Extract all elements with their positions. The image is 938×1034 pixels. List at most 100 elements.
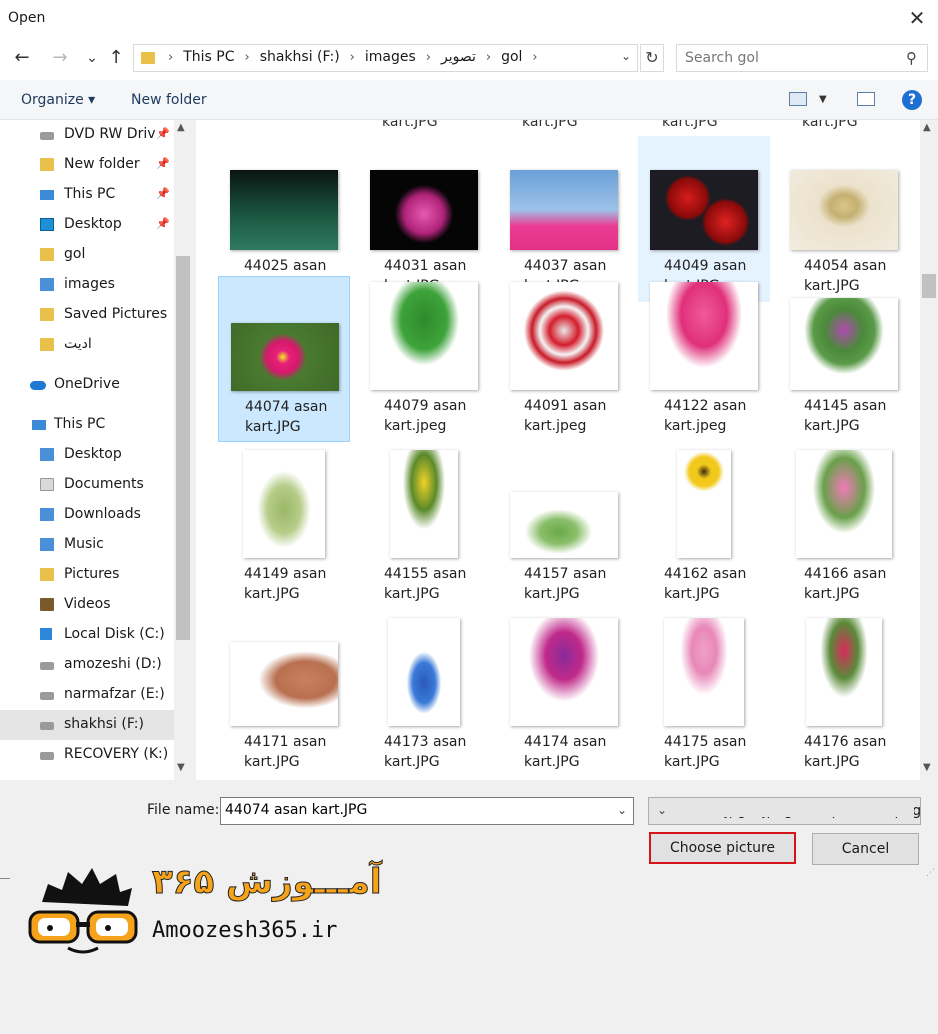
- file-tile[interactable]: 44175 asan kart.JPG: [638, 612, 770, 778]
- thumbnail-sunflower-vase: [677, 450, 731, 558]
- drive-icon: [40, 662, 54, 670]
- address-bar[interactable]: › This PC › shakhsi (F:) › images › تصویر › gol › …: [133, 44, 638, 72]
- sidebar-item-narmafzar-e[interactable]: narmafzar (E:): [0, 680, 174, 710]
- thumbnail-pink-cosmos: [231, 323, 339, 391]
- sidebar-item-images[interactable]: images: [0, 270, 174, 300]
- search-input[interactable]: [685, 49, 895, 67]
- file-tile[interactable]: 44174 asan kart.JPG: [498, 612, 630, 778]
- close-icon[interactable]: ✕: [906, 6, 928, 30]
- help-icon[interactable]: ?: [902, 90, 922, 110]
- sidebar-item-this-pc[interactable]: This PC: [0, 410, 174, 440]
- search-icon[interactable]: ⚲: [906, 49, 917, 67]
- file-tile[interactable]: 44173 asan kart.JPG: [358, 612, 490, 778]
- sidebar-item-amozeshi-d[interactable]: amozeshi (D:): [0, 650, 174, 680]
- forward-arrow-icon[interactable]: →: [50, 48, 70, 68]
- file-tile[interactable]: 44166 asan kart.JPG: [778, 444, 910, 610]
- file-tile[interactable]: 44155 asan kart.JPG: [358, 444, 490, 610]
- cancel-button[interactable]: Cancel: [812, 833, 919, 865]
- scrollbar-thumb[interactable]: [176, 256, 190, 640]
- folder-icon: [40, 248, 54, 261]
- sidebar-item-gol[interactable]: gol: [0, 240, 174, 270]
- up-arrow-icon[interactable]: ↑: [106, 48, 126, 68]
- file-tile[interactable]: 44157 asan kart.JPG: [498, 444, 630, 610]
- change-view-icon[interactable]: [789, 92, 807, 106]
- file-list-scrollbar[interactable]: ▲ ▼: [920, 120, 938, 780]
- chevron-down-icon[interactable]: ⌄: [621, 49, 631, 63]
- file-name-input[interactable]: [225, 802, 605, 818]
- file-name: 44074 asan kart.JPG: [245, 399, 328, 435]
- breadcrumb-item[interactable]: gol: [501, 49, 522, 65]
- sidebar-item-dvd-drive[interactable]: DVD RW Driv 📌: [0, 120, 174, 150]
- file-tile[interactable]: 44122 asan kart.jpeg: [638, 276, 770, 442]
- breadcrumb-item[interactable]: shakhsi (F:): [260, 49, 340, 65]
- file-name: 44079 asan kart.jpeg: [384, 398, 467, 434]
- scroll-down-icon[interactable]: ▼: [923, 762, 931, 773]
- back-arrow-icon[interactable]: ←: [12, 48, 32, 68]
- sidebar-item-pictures[interactable]: Pictures: [0, 560, 174, 590]
- sidebar-item-shakhsi-f[interactable]: shakhsi (F:): [0, 710, 174, 740]
- drive-icon: [40, 752, 54, 760]
- sidebar-scrollbar[interactable]: ▲ ▼: [174, 120, 192, 780]
- refresh-icon[interactable]: ↻: [640, 44, 664, 72]
- pin-icon[interactable]: 📌: [156, 127, 170, 140]
- file-tile[interactable]: 44145 asan kart.JPG: [778, 276, 910, 442]
- this-pc-icon: [32, 420, 46, 430]
- file-tile-selected[interactable]: 44074 asan kart.JPG: [218, 276, 350, 442]
- file-tile[interactable]: 44171 asan kart.JPG: [218, 612, 350, 778]
- chevron-down-icon[interactable]: ⌄: [617, 803, 627, 817]
- scrollbar-thumb[interactable]: [922, 274, 936, 298]
- breadcrumb-item[interactable]: images: [365, 49, 416, 65]
- recent-locations-chevron-icon[interactable]: ⌄: [82, 48, 102, 68]
- folder-icon: [40, 338, 54, 351]
- scroll-up-icon[interactable]: ▲: [923, 122, 931, 133]
- choose-picture-button[interactable]: Choose picture: [649, 832, 796, 864]
- thumbnail-red-white-roses: [510, 282, 618, 390]
- pin-icon[interactable]: 📌: [156, 217, 170, 230]
- sidebar-item-recovery-k[interactable]: RECOVERY (K:): [0, 740, 174, 770]
- file-tile[interactable]: 44079 asan kart.jpeg: [358, 276, 490, 442]
- sidebar-item-documents[interactable]: Documents: [0, 470, 174, 500]
- sidebar-item-this-pc-quick[interactable]: This PC 📌: [0, 180, 174, 210]
- pin-icon[interactable]: 📌: [156, 187, 170, 200]
- thumbnail-clay-pots: [230, 642, 338, 726]
- sidebar-item-music[interactable]: Music: [0, 530, 174, 560]
- sidebar-item-label: Saved Pictures: [64, 306, 168, 322]
- thumbnail-purple-bouquet: [510, 618, 618, 726]
- file-type-select[interactable]: All files (*.jpg;*.jpeg;*.bmp;*.dib;*.pn…: [648, 797, 921, 825]
- desktop-icon: [40, 218, 54, 231]
- file-tile[interactable]: 44162 asan kart.JPG: [638, 444, 770, 610]
- resize-grip-icon[interactable]: ⋰: [926, 868, 935, 878]
- file-name-field[interactable]: ⌄: [220, 797, 634, 825]
- breadcrumb-item[interactable]: تصویر: [441, 49, 476, 65]
- search-box[interactable]: ⚲: [676, 44, 928, 72]
- sidebar-item-desktop-quick[interactable]: Desktop 📌: [0, 210, 174, 240]
- divider: [0, 878, 10, 879]
- view-options-chevron-icon[interactable]: ▼: [819, 94, 827, 105]
- sidebar-item-desktop[interactable]: Desktop: [0, 440, 174, 470]
- breadcrumb-item[interactable]: This PC: [183, 49, 234, 65]
- organize-menu-button[interactable]: Organize ▾: [21, 92, 95, 108]
- scroll-down-icon[interactable]: ▼: [177, 762, 185, 773]
- sidebar-item-onedrive[interactable]: OneDrive: [0, 370, 174, 400]
- file-tile[interactable]: 44149 asan kart.JPG: [218, 444, 350, 610]
- thumbnail-red-flower-vase: [806, 618, 882, 726]
- sidebar-item-saved-pictures[interactable]: Saved Pictures: [0, 300, 174, 330]
- file-tile[interactable]: 44176 asan kart.JPG: [778, 612, 910, 778]
- preview-pane-icon[interactable]: [857, 92, 875, 106]
- sidebar-item-edit-folder[interactable]: ادیت: [0, 330, 174, 360]
- new-folder-button[interactable]: New folder: [131, 92, 207, 108]
- sidebar-item-label: Desktop: [64, 446, 122, 462]
- logo-site-url: Amoozesh365.ir: [152, 918, 338, 943]
- scroll-up-icon[interactable]: ▲: [177, 122, 185, 133]
- sidebar-item-new-folder[interactable]: New folder 📌: [0, 150, 174, 180]
- sidebar-item-videos[interactable]: Videos: [0, 590, 174, 620]
- dvd-drive-icon: [40, 132, 54, 140]
- sidebar-item-local-disk-c[interactable]: Local Disk (C:): [0, 620, 174, 650]
- sidebar-item-downloads[interactable]: Downloads: [0, 500, 174, 530]
- chevron-down-icon[interactable]: ⌄: [653, 803, 914, 817]
- pin-icon[interactable]: 📌: [156, 157, 170, 170]
- file-name: 44173 asan kart.JPG: [384, 734, 467, 770]
- thumbnail-african-violet: [790, 298, 898, 390]
- file-tile[interactable]: 44091 asan kart.jpeg: [498, 276, 630, 442]
- onedrive-icon: [30, 381, 46, 390]
